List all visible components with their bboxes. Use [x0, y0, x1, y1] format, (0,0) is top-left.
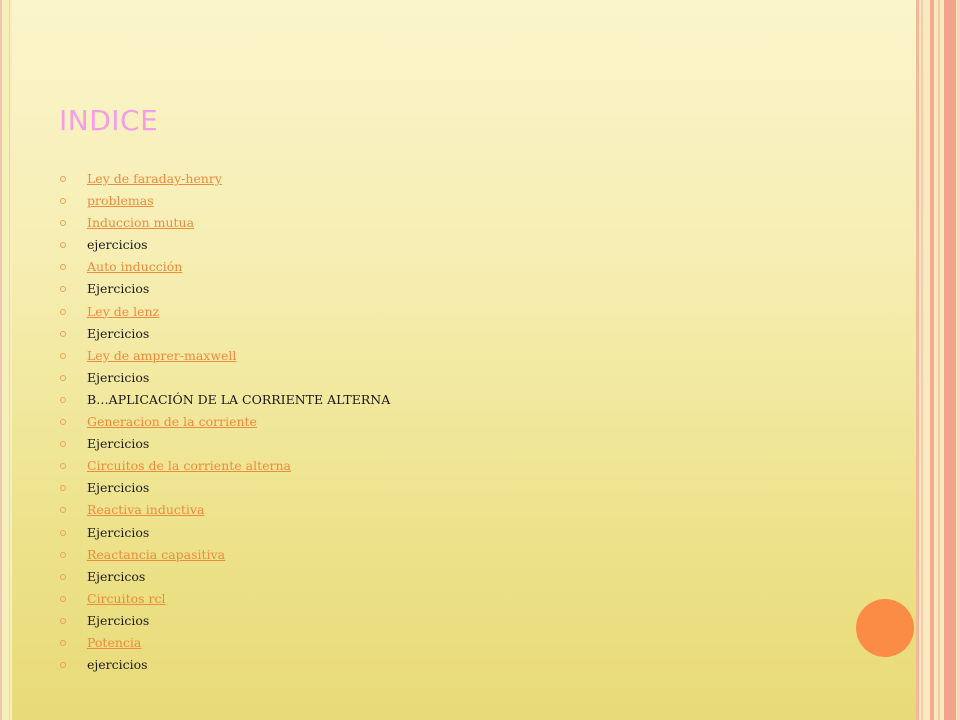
index-item: Ejercicios — [58, 278, 390, 300]
index-item[interactable]: Ley de faraday-henry — [58, 168, 390, 190]
index-link[interactable]: Ley de faraday-henry — [87, 171, 222, 186]
index-item[interactable]: problemas — [58, 190, 390, 212]
bullet-icon — [60, 286, 66, 293]
index-link[interactable]: Circuitos de la corriente alterna — [87, 458, 291, 473]
bullet-icon — [60, 308, 66, 315]
index-item: Ejercicios — [58, 433, 390, 455]
index-text: Ejercicios — [87, 281, 150, 297]
slide-title: INDICE — [59, 104, 159, 137]
bullet-icon — [60, 529, 66, 536]
bullet-icon — [60, 617, 66, 624]
index-item: Ejercicios — [58, 323, 390, 345]
index-item: B…APLICACIÓN DE LA CORRIENTE ALTERNA — [58, 389, 390, 411]
right-stripe — [916, 0, 919, 720]
bullet-icon — [60, 176, 66, 182]
index-item: Ejercicios — [58, 367, 390, 389]
bullet-icon — [60, 441, 66, 448]
bullet-icon — [60, 330, 66, 337]
bullet-icon — [60, 463, 66, 470]
index-item[interactable]: Ley de lenz — [58, 301, 390, 323]
index-item: Ejercicos — [58, 566, 390, 588]
bullet-icon — [60, 573, 66, 580]
decorative-circle — [856, 599, 914, 657]
right-stripe — [921, 0, 923, 720]
left-border-line-inner — [9, 0, 10, 720]
index-item: Ejercicios — [58, 522, 390, 544]
index-item: ejercicios — [58, 234, 390, 256]
index-item: Ejercicios — [58, 477, 390, 499]
index-text: Ejercicios — [87, 436, 150, 452]
index-item: ejercicios — [58, 654, 390, 676]
index-text: Ejercicios — [87, 612, 150, 628]
index-item[interactable]: Reactiva inductiva — [58, 499, 390, 521]
bullet-icon — [60, 419, 66, 426]
bullet-icon — [60, 396, 66, 403]
index-link[interactable]: Generacion de la corriente — [87, 414, 257, 429]
index-item[interactable]: Reactancia capasitiva — [58, 544, 390, 566]
bullet-icon — [60, 662, 66, 669]
right-stripe — [930, 0, 934, 720]
bullet-icon — [60, 507, 66, 514]
index-item[interactable]: Auto inducción — [58, 256, 390, 278]
index-item[interactable]: Ley de amprer-maxwell — [58, 345, 390, 367]
index-link[interactable]: Auto inducción — [87, 259, 182, 274]
right-stripe — [944, 0, 956, 720]
left-border-line — [0, 0, 2, 720]
index-text: Ejercicios — [87, 524, 150, 540]
bullet-icon — [60, 264, 66, 271]
bullet-icon — [60, 242, 66, 249]
table-of-contents: Ley de faraday-henry problemas Induccion … — [58, 168, 390, 676]
right-stripe — [938, 0, 940, 720]
bullet-icon — [60, 198, 66, 205]
bullet-icon — [60, 352, 66, 359]
index-item[interactable]: Induccion mutua — [58, 212, 390, 234]
bullet-icon — [60, 220, 66, 227]
index-link[interactable]: Induccion mutua — [87, 215, 194, 230]
index-link[interactable]: Ley de amprer-maxwell — [87, 348, 236, 363]
slide: INDICE Ley de faraday-henry problemas Ind… — [0, 0, 960, 720]
index-item[interactable]: Circuitos de la corriente alterna — [58, 455, 390, 477]
bullet-icon — [60, 595, 66, 602]
index-link[interactable]: Circuitos rcl — [87, 591, 166, 606]
index-link[interactable]: Reactancia capasitiva — [87, 547, 225, 562]
bullet-icon — [60, 485, 66, 492]
index-text: ejercicios — [87, 657, 148, 673]
bullet-icon — [60, 374, 66, 381]
index-link[interactable]: Potencia — [87, 635, 141, 650]
index-link[interactable]: problemas — [87, 193, 154, 208]
index-text: Ejercicios — [87, 325, 150, 341]
index-text: Ejercicios — [87, 480, 150, 496]
index-item[interactable]: Circuitos rcl — [58, 588, 390, 610]
index-item[interactable]: Generacion de la corriente — [58, 411, 390, 433]
bullet-icon — [60, 639, 66, 646]
index-text: Ejercicios — [87, 369, 150, 385]
index-text: B…APLICACIÓN DE LA CORRIENTE ALTERNA — [87, 391, 391, 407]
bullet-icon — [60, 551, 66, 558]
index-text: ejercicios — [87, 237, 148, 253]
index-item[interactable]: Potencia — [58, 632, 390, 654]
index-link[interactable]: Ley de lenz — [87, 304, 159, 319]
index-link[interactable]: Reactiva inductiva — [87, 502, 204, 517]
index-item: Ejercicios — [58, 610, 390, 632]
index-text: Ejercicos — [87, 568, 146, 584]
